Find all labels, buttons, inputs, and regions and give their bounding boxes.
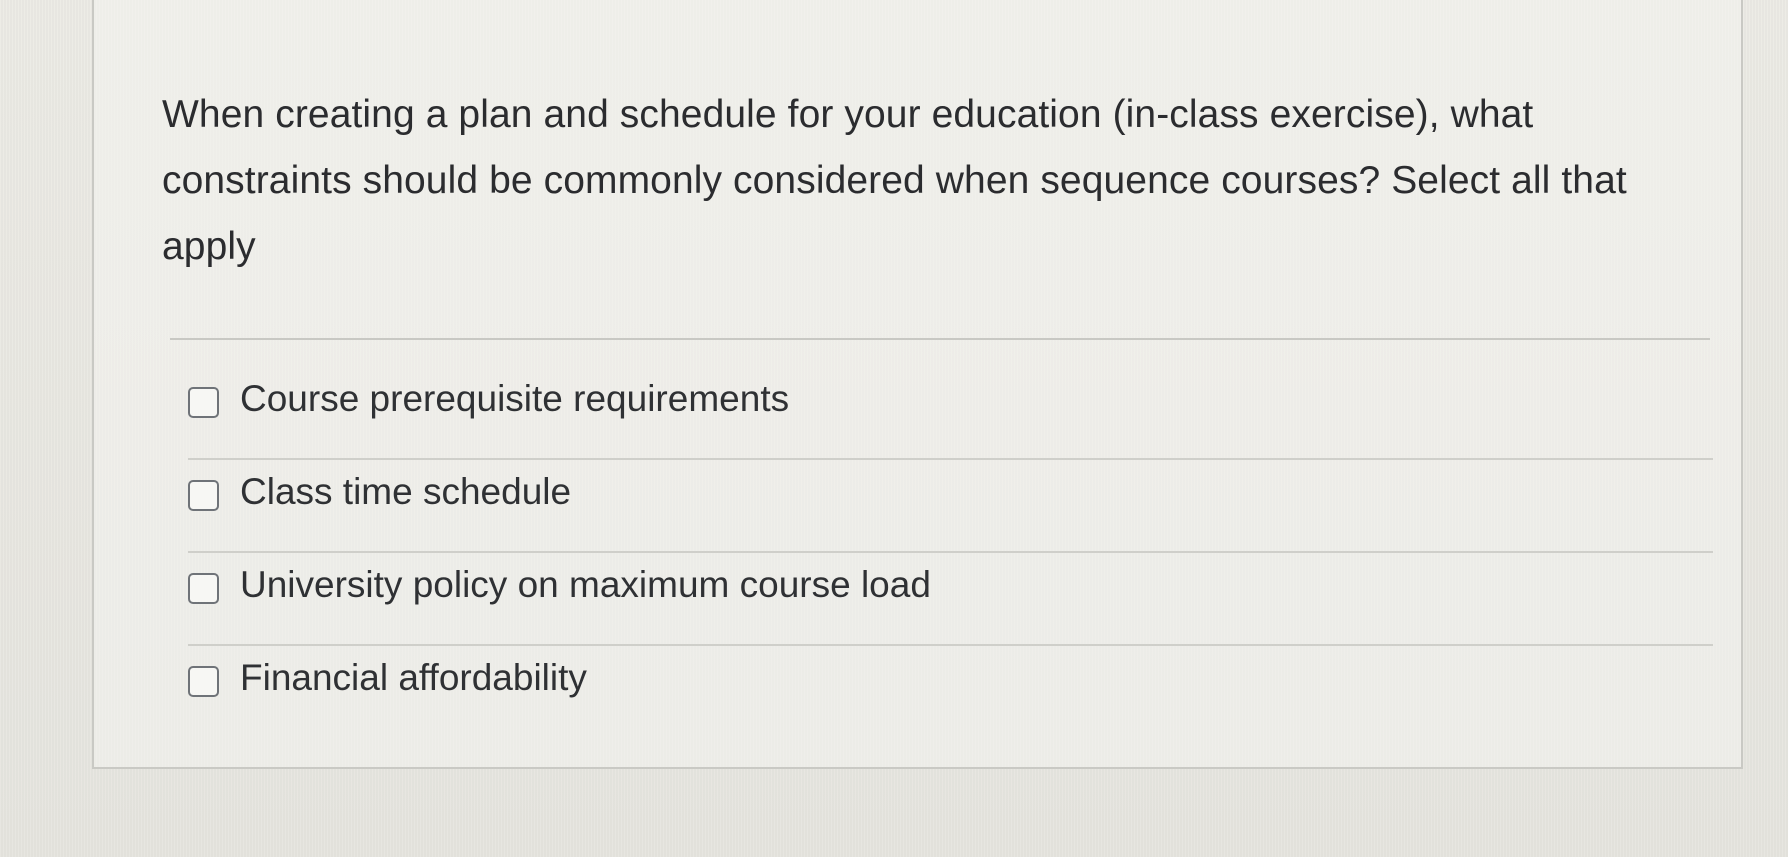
screen-background: When creating a plan and schedule for yo… [0, 0, 1788, 857]
choice-university-policy-maximum-course-load[interactable]: University policy on maximum course load [188, 553, 1713, 646]
choice-label: Course prerequisite requirements [240, 378, 790, 419]
choice-checkbox[interactable] [188, 573, 219, 604]
question-prompt: When creating a plan and schedule for yo… [162, 93, 1627, 268]
choice-financial-affordability[interactable]: Financial affordability [188, 646, 1713, 739]
choice-class-time-schedule[interactable]: Class time schedule [188, 460, 1713, 553]
question-divider [170, 338, 1710, 340]
choice-label: Class time schedule [240, 471, 572, 512]
choice-label: University policy on maximum course load [240, 564, 931, 605]
choice-checkbox[interactable] [188, 480, 219, 511]
choice-course-prerequisite-requirements[interactable]: Course prerequisite requirements [188, 367, 1713, 460]
choice-checkbox[interactable] [188, 666, 219, 697]
answer-choices: Course prerequisite requirements Class t… [188, 367, 1713, 739]
choice-label: Financial affordability [240, 657, 587, 698]
choice-checkbox[interactable] [188, 387, 219, 418]
